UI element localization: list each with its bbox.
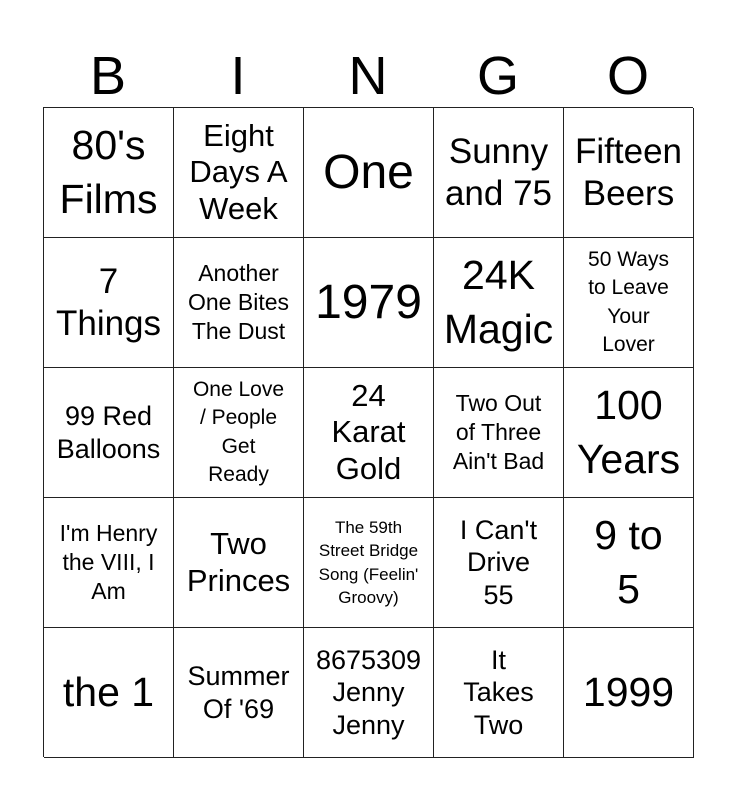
header-letter-i: I <box>230 45 246 106</box>
bingo-cell-n4[interactable]: The 59th Street Bridge Song (Feelin' Gro… <box>304 498 434 628</box>
bingo-cell-i1[interactable]: Eight Days A Week <box>174 108 304 238</box>
bingo-cell-n3[interactable]: 24 Karat Gold <box>304 368 434 498</box>
bingo-cell-b5[interactable]: the 1 <box>44 628 174 758</box>
bingo-cell-i3[interactable]: One Love / People Get Ready <box>174 368 304 498</box>
cell-text: Fifteen Beers <box>575 132 682 213</box>
cell-text: 80's Films <box>59 122 158 222</box>
cell-text: the 1 <box>62 668 155 715</box>
bingo-cell-b2[interactable]: 7 Things <box>44 238 174 368</box>
header-letter-g: G <box>476 45 519 106</box>
bingo-cell-o3[interactable]: 100 Years <box>564 368 694 498</box>
bingo-board: 80's Films Eight Days A Week One Sunny a… <box>43 107 694 758</box>
cell-text: Another One Bites The Dust <box>188 260 289 344</box>
bingo-cell-b4[interactable]: I'm Henry the VIII, I Am <box>44 498 174 628</box>
cell-text: One Love / People Get Ready <box>192 377 285 486</box>
cell-text: 24 Karat Gold <box>331 377 406 486</box>
bingo-cell-g3[interactable]: Two Out of Three Ain't Bad <box>434 368 564 498</box>
bingo-cell-o5[interactable]: 1999 <box>564 628 694 758</box>
header-letter-b: B <box>89 45 127 106</box>
cell-text: 99 Red Balloons <box>56 401 161 464</box>
bingo-cell-i5[interactable]: Summer Of '69 <box>174 628 304 758</box>
cell-text: It Takes Two <box>463 644 534 740</box>
cell-text: 50 Ways to Leave Your Lover <box>588 247 669 356</box>
cell-text: Two Princes <box>186 525 291 598</box>
cell-text: Two Out of Three Ain't Bad <box>452 390 545 474</box>
bingo-cell-g4[interactable]: I Can't Drive 55 <box>434 498 564 628</box>
cell-text: Summer Of '69 <box>187 661 290 724</box>
bingo-cell-n2[interactable]: 1979 <box>304 238 434 368</box>
cell-text: 7 Things <box>55 262 162 343</box>
cell-text: Eight Days A Week <box>189 117 288 226</box>
bingo-cell-g5[interactable]: It Takes Two <box>434 628 564 758</box>
bingo-cell-n1[interactable]: One <box>304 108 434 238</box>
header-letter-o: O <box>606 45 649 106</box>
cell-text: I'm Henry the VIII, I Am <box>59 520 158 604</box>
bingo-cell-o4[interactable]: 9 to 5 <box>564 498 694 628</box>
cell-text: 8675309 Jenny Jenny <box>315 644 422 740</box>
header-letter-n: N <box>348 45 388 106</box>
cell-text: One <box>323 145 414 199</box>
bingo-cell-g2[interactable]: 24K Magic <box>434 238 564 368</box>
bingo-cell-i4[interactable]: Two Princes <box>174 498 304 628</box>
cell-text: The 59th Street Bridge Song (Feelin' Gro… <box>318 517 419 607</box>
cell-text: 24K Magic <box>443 252 554 352</box>
bingo-cell-i2[interactable]: Another One Bites The Dust <box>174 238 304 368</box>
cell-text: 1979 <box>315 275 422 329</box>
bingo-cell-n5[interactable]: 8675309 Jenny Jenny <box>304 628 434 758</box>
bingo-cell-b1[interactable]: 80's Films <box>44 108 174 238</box>
cell-text: Sunny and 75 <box>444 132 553 213</box>
bingo-cell-b3[interactable]: 99 Red Balloons <box>44 368 174 498</box>
bingo-cell-o1[interactable]: Fifteen Beers <box>564 108 694 238</box>
cell-text: 9 to 5 <box>594 512 663 612</box>
bingo-header: B I N G O <box>43 40 693 107</box>
cell-text: I Can't Drive 55 <box>459 514 538 610</box>
cell-text: 100 Years <box>576 382 681 482</box>
cell-text: 1999 <box>582 668 675 715</box>
bingo-cell-g1[interactable]: Sunny and 75 <box>434 108 564 238</box>
bingo-cell-o2[interactable]: 50 Ways to Leave Your Lover <box>564 238 694 368</box>
